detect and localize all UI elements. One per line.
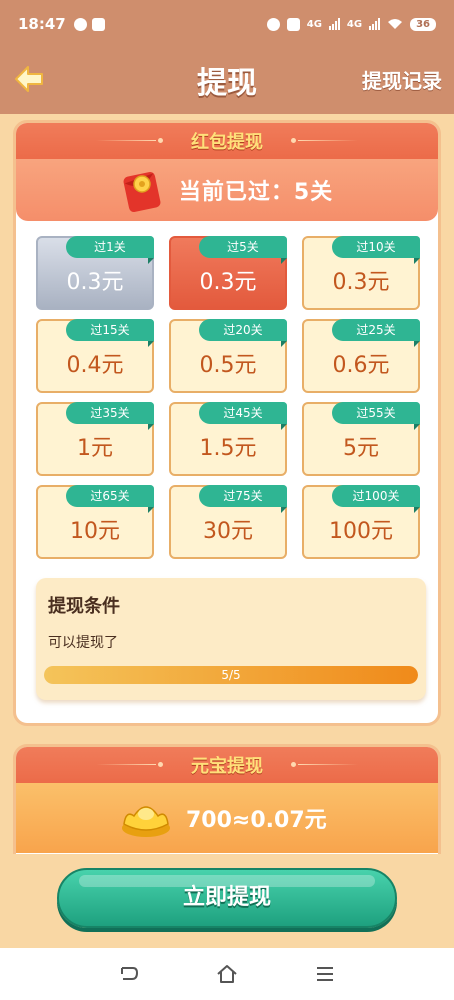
tier-tile[interactable]: 过25关 0.6元 <box>302 319 420 393</box>
tier-level-tag: 过55关 <box>332 402 420 430</box>
tier-level-tag: 过45关 <box>199 402 287 430</box>
tier-amount: 1.5元 <box>199 436 257 461</box>
clock-notification-icon <box>73 17 87 31</box>
tier-tile[interactable]: 过5关 0.3元 <box>169 236 287 310</box>
network-type-2: 4G <box>346 18 363 30</box>
system-nav-bar <box>0 948 454 1000</box>
status-time: 18:47 <box>18 15 66 33</box>
withdraw-condition-box: 提现条件 可以提现了 5/5 <box>36 578 426 700</box>
tier-tile[interactable]: 过20关 0.5元 <box>169 319 287 393</box>
tier-level-tag: 过15关 <box>66 319 154 347</box>
menu-icon[interactable] <box>313 962 337 986</box>
withdraw-history-link[interactable]: 提现记录 <box>362 65 442 94</box>
wifi-icon <box>388 19 403 29</box>
tier-tile[interactable]: 过55关 5元 <box>302 402 420 476</box>
back-icon[interactable] <box>117 962 141 986</box>
signal-icon-1 <box>328 18 340 30</box>
tier-level-tag: 过10关 <box>332 236 420 264</box>
tier-tile[interactable]: 过15关 0.4元 <box>36 319 154 393</box>
tier-tile[interactable]: 过100关 100元 <box>302 485 420 559</box>
yuanbao-panel-title: 元宝提现 <box>191 756 263 777</box>
redpacket-withdraw-panel: 红包提现 当前已过：5关 过1关 0.3元 过5关 0.3元 过10关 0.3元… <box>13 120 441 726</box>
tier-tile[interactable]: 过65关 10元 <box>36 485 154 559</box>
tier-amount: 100元 <box>329 519 393 544</box>
condition-status: 可以提现了 <box>48 635 118 651</box>
battery-indicator: 36 <box>410 17 436 31</box>
tier-level-tag: 过1关 <box>66 236 154 264</box>
mail-notification-icon <box>91 17 105 31</box>
app-header: 提现 提现记录 <box>0 48 454 114</box>
tier-tile[interactable]: 过1关 0.3元 <box>36 236 154 310</box>
tier-amount: 1元 <box>77 436 113 461</box>
condition-title: 提现条件 <box>48 596 120 617</box>
tier-amount: 30元 <box>203 519 253 544</box>
condition-progress-label: 5/5 <box>221 668 241 682</box>
tier-level-tag: 过5关 <box>199 236 287 264</box>
tier-amount: 10元 <box>70 519 120 544</box>
tier-tile[interactable]: 过10关 0.3元 <box>302 236 420 310</box>
home-icon[interactable] <box>215 962 239 986</box>
redpacket-panel-title: 红包提现 <box>191 132 263 153</box>
alarm-icon <box>266 17 280 31</box>
tier-amount: 0.3元 <box>199 270 257 295</box>
levels-passed-text: 当前已过：5关 <box>178 180 334 205</box>
status-bar: 18:47 4G 4G 36 <box>0 0 454 48</box>
tier-tile[interactable]: 过75关 30元 <box>169 485 287 559</box>
gold-ingot-icon <box>122 806 170 837</box>
tier-level-tag: 过35关 <box>66 402 154 430</box>
tier-level-tag: 过25关 <box>332 319 420 347</box>
tier-tile[interactable]: 过35关 1元 <box>36 402 154 476</box>
tier-level-tag: 过65关 <box>66 485 154 513</box>
hd-icon <box>286 17 300 31</box>
tier-amount: 0.6元 <box>332 353 390 378</box>
tier-level-tag: 过20关 <box>199 319 287 347</box>
tier-amount: 0.5元 <box>199 353 257 378</box>
tier-amount: 5元 <box>343 436 379 461</box>
yuanbao-exchange-text: 700≈0.07元 <box>186 808 327 833</box>
tier-tile[interactable]: 过45关 1.5元 <box>169 402 287 476</box>
signal-icon-2 <box>369 18 381 30</box>
yuanbao-withdraw-panel: 元宝提现 700≈0.07元 <box>13 744 441 854</box>
redpacket-panel-header: 红包提现 <box>16 123 438 159</box>
withdraw-now-button[interactable]: 立即提现 <box>57 868 397 928</box>
withdraw-tier-grid: 过1关 0.3元 过5关 0.3元 过10关 0.3元 过15关 0.4元 过2… <box>36 236 422 559</box>
tier-level-tag: 过100关 <box>332 485 420 513</box>
yuanbao-panel-header: 元宝提现 <box>16 747 438 783</box>
level-progress-banner: 当前已过：5关 <box>16 159 438 221</box>
red-envelope-icon <box>123 171 161 213</box>
yuanbao-exchange-banner: 700≈0.07元 <box>16 783 438 853</box>
tier-amount: 0.3元 <box>332 270 390 295</box>
condition-progress-bar: 5/5 <box>44 666 418 684</box>
network-type-1: 4G <box>306 18 322 30</box>
tier-amount: 0.4元 <box>66 353 124 378</box>
tier-amount: 0.3元 <box>66 270 124 295</box>
tier-level-tag: 过75关 <box>199 485 287 513</box>
